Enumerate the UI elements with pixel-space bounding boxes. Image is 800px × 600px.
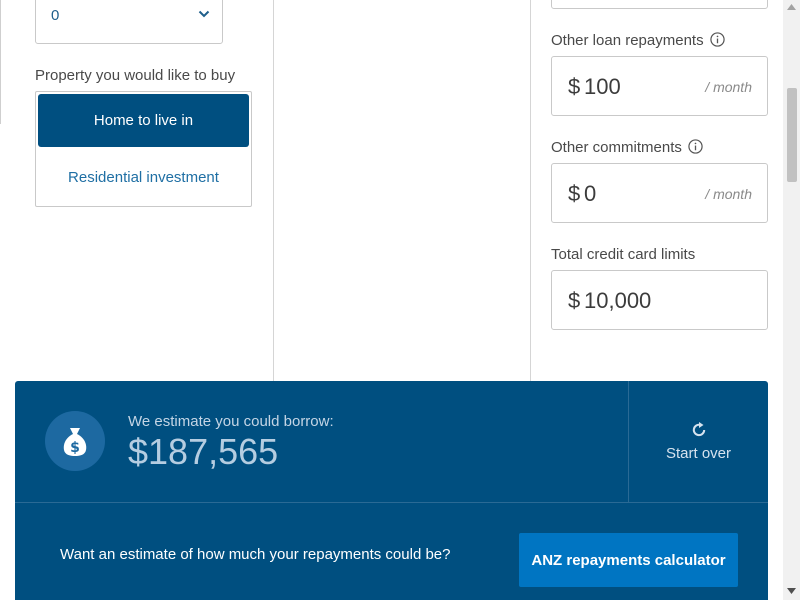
scroll-up-arrow-icon[interactable]: [787, 4, 796, 10]
estimate-label: We estimate you could borrow:: [128, 413, 334, 430]
other-commitments-input[interactable]: $ 0 / month: [551, 163, 768, 223]
previous-input-field[interactable]: [551, 0, 768, 9]
refresh-icon: [692, 422, 705, 437]
other-loan-label: Other loan repayments: [551, 32, 725, 49]
other-commitments-value: 0: [584, 181, 597, 206]
currency-symbol: $: [568, 181, 581, 206]
money-bag-icon: $: [63, 428, 87, 456]
info-icon[interactable]: [688, 139, 703, 154]
property-type-toggle: Home to live in Residential investment: [35, 91, 252, 207]
dependants-select-value: 0: [51, 7, 60, 24]
option-home-to-live-in[interactable]: Home to live in: [38, 94, 249, 147]
other-loan-input[interactable]: $ 100 / month: [551, 56, 768, 116]
vertical-scrollbar[interactable]: [783, 0, 800, 600]
property-label: Property you would like to buy: [35, 67, 236, 84]
other-loan-label-text: Other loan repayments: [551, 32, 704, 49]
column-divider-1: [273, 0, 274, 381]
info-icon[interactable]: [709, 32, 725, 47]
money-bag-badge: $: [45, 411, 105, 471]
repayments-question: Want an estimate of how much your repaym…: [60, 546, 451, 563]
repayments-calculator-button[interactable]: ANZ repayments calculator: [519, 533, 738, 587]
divider: [15, 502, 768, 503]
credit-limits-label: Total credit card limits: [551, 246, 696, 263]
per-month-unit: / month: [705, 186, 752, 202]
other-commitments-label-text: Other commitments: [551, 139, 682, 156]
other-commitments-label: Other commitments: [551, 139, 703, 156]
per-month-unit: / month: [705, 79, 752, 95]
scrollbar-thumb[interactable]: [787, 88, 797, 182]
chevron-down-icon: [198, 10, 210, 18]
currency-symbol: $: [568, 288, 581, 313]
credit-limits-input[interactable]: $ 10,000: [551, 270, 768, 330]
option-residential-investment[interactable]: Residential investment: [38, 150, 249, 204]
borrowing-result-panel: $ We estimate you could borrow: $187,565…: [15, 381, 768, 600]
start-over-label: Start over: [665, 445, 732, 462]
column-divider-2: [530, 0, 531, 381]
svg-text:$: $: [70, 440, 80, 456]
start-over-button[interactable]: Start over: [629, 381, 768, 502]
estimate-amount: $187,565: [128, 431, 279, 472]
dependants-select[interactable]: 0: [35, 0, 223, 44]
left-edge-line: [0, 0, 1, 124]
scroll-down-arrow-icon[interactable]: [787, 588, 796, 594]
currency-symbol: $: [568, 74, 581, 99]
credit-limits-value: 10,000: [584, 288, 652, 313]
other-loan-value: 100: [584, 74, 621, 99]
